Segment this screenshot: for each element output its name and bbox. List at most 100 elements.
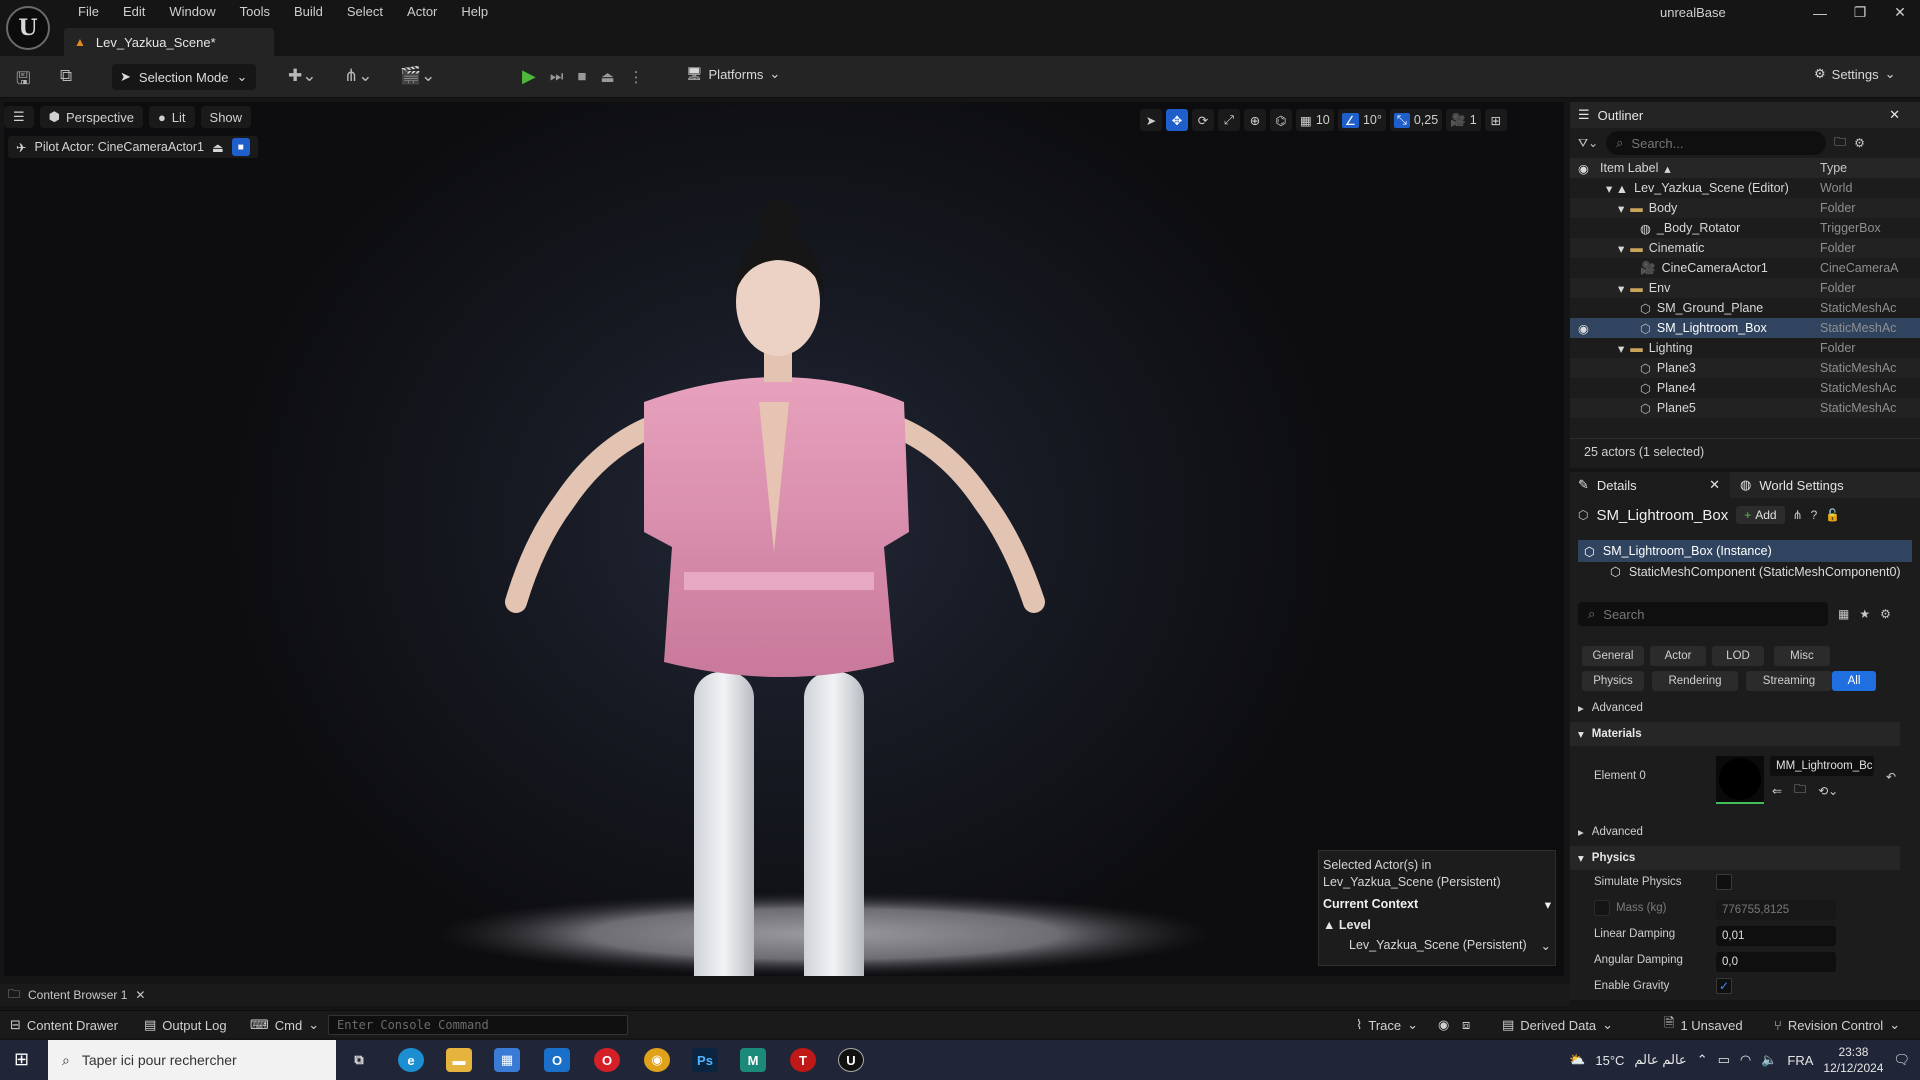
console-input[interactable]: Enter Console Command bbox=[328, 1015, 628, 1035]
outliner-search-input[interactable]: ⌕ Search... bbox=[1606, 131, 1827, 155]
clock[interactable]: 23:38 12/12/2024 bbox=[1823, 1044, 1883, 1076]
tree-row-folder-body[interactable]: ▾ ▬ Body Folder bbox=[1570, 198, 1920, 218]
section-physics[interactable]: ▾ Physics bbox=[1570, 846, 1900, 870]
material-dropdown[interactable]: MM_Lightroom_Bc bbox=[1770, 756, 1874, 776]
select-tool-icon[interactable]: ➤ bbox=[1140, 109, 1162, 131]
camera-speed-button[interactable]: 🎥 1 bbox=[1446, 109, 1481, 131]
scale-tool-icon[interactable]: ⤢ bbox=[1218, 109, 1240, 131]
t-app-icon[interactable]: T bbox=[790, 1048, 816, 1072]
rotate-tool-icon[interactable]: ⟳ bbox=[1192, 109, 1214, 131]
task-view-icon[interactable]: ⧉ bbox=[346, 1048, 372, 1072]
content-browser-tab[interactable]: 🗀 Content Browser 1 ✕ bbox=[0, 984, 1570, 1006]
camera-view-icon[interactable]: ■ bbox=[231, 138, 250, 156]
tree-row-ground-plane[interactable]: ⬡ SM_Ground_Plane StaticMeshAc bbox=[1570, 298, 1920, 318]
filter-streaming[interactable]: Streaming bbox=[1746, 671, 1832, 691]
tree-row-folder-cinematic[interactable]: ▾ ▬ Cinematic Folder bbox=[1570, 238, 1920, 258]
gear-icon[interactable]: ⚙ bbox=[1880, 607, 1891, 621]
details-search-input[interactable]: ⌕ Search bbox=[1578, 602, 1828, 626]
derived-data-button[interactable]: ▤ Derived Data ⌄ bbox=[1502, 1011, 1613, 1039]
windows-start-icon[interactable]: ⊞ bbox=[14, 1049, 29, 1070]
filter-icon[interactable]: ⛛⌄ bbox=[1578, 136, 1598, 151]
close-icon[interactable]: ✕ bbox=[135, 988, 145, 1002]
component-row[interactable]: ⬡ StaticMeshComponent (StaticMeshCompone… bbox=[1610, 564, 1901, 580]
notification-icon[interactable]: 🗨 bbox=[1893, 1052, 1910, 1068]
filter-lod[interactable]: LOD bbox=[1712, 646, 1764, 666]
save-icon[interactable]: 🖫 bbox=[16, 66, 30, 95]
filter-rendering[interactable]: Rendering bbox=[1652, 671, 1738, 691]
eye-icon[interactable]: ◉ bbox=[1578, 321, 1589, 336]
edge-icon[interactable]: e bbox=[398, 1048, 424, 1072]
lock-icon[interactable]: 🔓 bbox=[1825, 508, 1840, 522]
eject-pilot-icon[interactable]: ⏏ bbox=[212, 140, 224, 155]
wifi-icon[interactable]: ◠ bbox=[1740, 1052, 1751, 1068]
tree-row-folder-lighting[interactable]: ▾ ▬ Lighting Folder bbox=[1570, 338, 1920, 358]
filter-all[interactable]: All bbox=[1832, 671, 1876, 691]
more-options-icon[interactable]: ⋮ bbox=[629, 68, 644, 86]
lit-button[interactable]: ● Lit bbox=[148, 106, 195, 128]
eject-icon[interactable]: ⏏ bbox=[600, 68, 614, 86]
translate-tool-icon[interactable]: ✥ bbox=[1166, 109, 1188, 131]
trace-button[interactable]: ⌇ Trace ⌄ bbox=[1356, 1011, 1418, 1039]
stop-icon[interactable]: ■ bbox=[577, 68, 586, 85]
menu-actor[interactable]: Actor bbox=[395, 2, 449, 22]
level-select[interactable]: Lev_Yazkua_Scene (Persistent) ⌄ bbox=[1323, 938, 1551, 953]
menu-edit[interactable]: Edit bbox=[111, 2, 157, 22]
angular-damping-field[interactable]: 0,0 bbox=[1716, 952, 1836, 972]
filter-actor[interactable]: Actor bbox=[1650, 646, 1706, 666]
section-advanced-1[interactable]: ▸ Advanced bbox=[1570, 696, 1900, 720]
outlook-icon[interactable]: O bbox=[544, 1048, 570, 1072]
record-icon[interactable]: ◉ bbox=[1438, 1011, 1449, 1039]
close-icon[interactable]: ✕ bbox=[1880, 4, 1920, 21]
menu-build[interactable]: Build bbox=[282, 2, 335, 22]
rotation-snap-button[interactable]: ∠ 10° bbox=[1337, 109, 1386, 131]
minimize-icon[interactable]: — bbox=[1800, 5, 1840, 21]
tree-row-lightroom-box[interactable]: ◉ ⬡ SM_Lightroom_Box StaticMeshAc bbox=[1570, 318, 1920, 338]
battery-icon[interactable]: ▭ bbox=[1718, 1052, 1730, 1068]
menu-tools[interactable]: Tools bbox=[228, 2, 282, 22]
unsaved-button[interactable]: 🗎 1 Unsaved bbox=[1664, 1011, 1743, 1039]
help-icon[interactable]: ? bbox=[1811, 508, 1818, 522]
step-icon[interactable]: ⏭ bbox=[550, 68, 564, 85]
taskbar-search[interactable]: ⌕ Taper ici pour rechercher bbox=[48, 1040, 336, 1080]
enable-gravity-checkbox[interactable]: ✓ bbox=[1716, 978, 1732, 994]
photoshop-icon[interactable]: Ps bbox=[692, 1048, 718, 1072]
perspective-button[interactable]: ⬢ Perspective bbox=[39, 106, 143, 128]
details-tab[interactable]: ✎ Details ✕ bbox=[1570, 472, 1730, 498]
menu-select[interactable]: Select bbox=[335, 2, 395, 22]
section-materials[interactable]: ▾ Materials bbox=[1570, 722, 1900, 746]
volume-icon[interactable]: 🔈 bbox=[1761, 1052, 1777, 1068]
tree-row-cine-camera[interactable]: 🎥 CineCameraActor1 CineCameraA bbox=[1570, 258, 1920, 278]
menu-file[interactable]: File bbox=[66, 2, 111, 22]
component-instance-row[interactable]: ⬡ SM_Lightroom_Box (Instance) bbox=[1578, 540, 1912, 562]
unreal-logo-icon[interactable]: U bbox=[6, 6, 50, 50]
chevron-up-icon[interactable]: ⌃ bbox=[1697, 1052, 1708, 1068]
tree-row-folder-env[interactable]: ▾ ▬ Env Folder bbox=[1570, 278, 1920, 298]
filter-general[interactable]: General bbox=[1582, 646, 1644, 666]
browse-icon[interactable]: ⧉ bbox=[60, 66, 72, 86]
col-type[interactable]: Type bbox=[1820, 161, 1904, 175]
mass-override-checkbox[interactable] bbox=[1594, 900, 1610, 916]
section-advanced-2[interactable]: ▸ Advanced bbox=[1570, 820, 1900, 844]
current-context-header[interactable]: Current Context ▾ bbox=[1323, 897, 1551, 912]
reset-to-default-icon[interactable]: ↶ bbox=[1886, 770, 1896, 784]
material-thumbnail[interactable] bbox=[1716, 756, 1764, 804]
file-explorer-icon[interactable]: ▬ bbox=[446, 1048, 472, 1072]
level-viewport[interactable] bbox=[4, 102, 1564, 976]
restore-icon[interactable]: ❐ bbox=[1840, 4, 1880, 21]
content-drawer-button[interactable]: ⊟ Content Drawer bbox=[10, 1011, 118, 1039]
tree-row-plane3[interactable]: ⬡ Plane3 StaticMeshAc bbox=[1570, 358, 1920, 378]
tree-row-world[interactable]: ▾ ▲ Lev_Yazkua_Scene (Editor) World bbox=[1570, 178, 1920, 198]
col-item-label[interactable]: Item Label ▴ bbox=[1600, 161, 1671, 176]
close-icon[interactable]: ✕ bbox=[1709, 477, 1720, 493]
chrome-icon[interactable]: ◉ bbox=[644, 1048, 670, 1072]
browse-icon[interactable]: 🗀 bbox=[1794, 780, 1806, 801]
play-icon[interactable]: ▶ bbox=[522, 66, 536, 87]
m-app-icon[interactable]: M bbox=[740, 1048, 766, 1072]
add-component-button[interactable]: + Add bbox=[1736, 506, 1785, 524]
cmd-dropdown[interactable]: ⌨ Cmd ⌄ bbox=[250, 1011, 319, 1039]
filter-physics[interactable]: Physics bbox=[1582, 671, 1644, 691]
close-icon[interactable]: ✕ bbox=[1889, 107, 1900, 123]
star-icon[interactable]: ★ bbox=[1859, 607, 1870, 621]
world-settings-tab[interactable]: ◍ World Settings bbox=[1730, 477, 1844, 493]
opera-icon[interactable]: O bbox=[594, 1048, 620, 1072]
